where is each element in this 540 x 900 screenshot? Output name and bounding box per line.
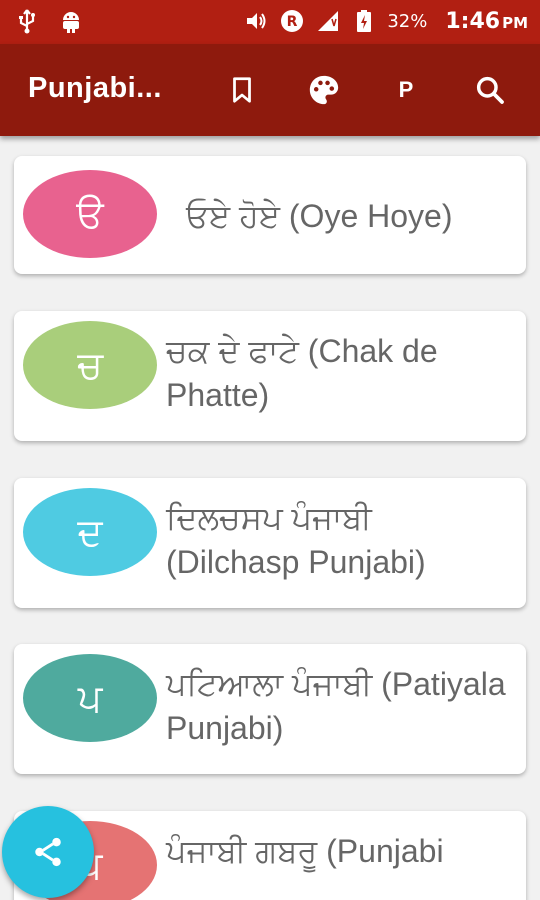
share-button[interactable] [2,806,94,898]
letter-badge: ਚ [23,321,157,409]
list-item-title: ਪਟਿਆਲਾ ਪੰਜਾਬੀ (Patiyala Punjabi) [166,666,506,746]
letter-badge: ਪ [23,654,157,742]
list-item-title: ਚਕ ਦੇ ਫਾਟੇ (Chak de Phatte) [166,333,438,413]
usb-icon [14,8,40,34]
list-item-dilchasp-punjabi[interactable]: ਦ ਦਿਲਚਸਪ ਪੰਜਾਬੀ (Dilchasp Punjabi) [14,478,526,608]
list-item-title: ਪੰਜਾਬੀ ਗਬਰੂ (Punjabi [166,833,444,869]
badge-letter: ਚ [77,342,103,387]
app-title: Punjabi... [28,72,162,104]
bookmark-icon [233,77,251,103]
badge-letter: ਦ [77,509,103,554]
search-button[interactable] [466,66,514,114]
battery-icon [351,8,377,34]
letter-badge: ਦ [23,488,157,576]
list-item-title: ਦਿਲਚਸਪ ਪੰਜਾਬੀ (Dilchasp Punjabi) [166,500,426,580]
volume-icon [243,8,269,34]
search-icon [476,76,504,104]
list-item-title: ਓਏ ਹੋਏ (Oye Hoye) [186,198,453,234]
p-button-label: P [398,77,414,102]
palette-icon [309,75,339,105]
clock-time: 1:46 [445,8,501,34]
letter-badge: ੳ [23,170,157,258]
signal-icon [315,8,341,34]
bookmark-button[interactable] [218,66,266,114]
badge-letter: ੳ [76,191,104,236]
list-item-oye-hoye[interactable]: ੳ ਓਏ ਹੋਏ (Oye Hoye) [14,156,526,274]
clock-ampm: PM [502,13,528,32]
badge-letter: ਪ [77,675,103,720]
app-bar: Punjabi... P [0,44,540,136]
palette-button[interactable] [300,66,348,114]
status-bar: R 32% 1:46 PM [0,0,540,44]
roaming-letter: R [287,14,298,30]
list-item-chak-de-phatte[interactable]: ਚ ਚਕ ਦੇ ਫਾਟੇ (Chak de Phatte) [14,311,526,441]
android-icon [58,8,84,34]
battery-percent: 32% [387,10,428,32]
p-button[interactable]: P [382,66,430,114]
list-item-patiyala-punjabi[interactable]: ਪ ਪਟਿਆਲਾ ਪੰਜਾਬੀ (Patiyala Punjabi) [14,644,526,774]
roaming-icon: R [279,8,305,34]
clock: 1:46 PM [445,9,528,34]
share-icon [35,837,61,867]
phrase-category-list: ੳ ਓਏ ਹੋਏ (Oye Hoye) ਚ ਚਕ ਦੇ ਫਾਟੇ (Chak d… [0,136,540,900]
